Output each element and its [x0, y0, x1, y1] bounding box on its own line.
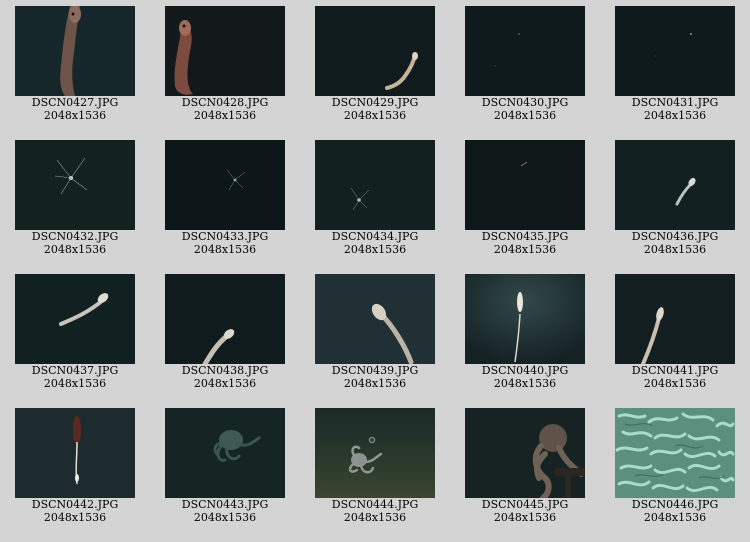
fish-icon[interactable] — [615, 274, 735, 364]
dimensions-label: 2048x1536 — [343, 377, 407, 390]
thumbnail-cell[interactable]: DSCN0445.JPG 2048x1536 — [450, 402, 600, 536]
jellyfish-icon[interactable] — [315, 140, 435, 230]
thumbnail-cell[interactable]: DSCN0436.JPG 2048x1536 — [600, 134, 750, 268]
thumbnail-cell[interactable]: DSCN0442.JPG 2048x1536 — [0, 402, 150, 536]
thumbnail-cell[interactable]: DSCN0430.JPG 2048x1536 — [450, 0, 600, 134]
filename-label: DSCN0437.JPG — [31, 364, 119, 377]
filename-label: DSCN0429.JPG — [331, 96, 419, 109]
octopus-icon[interactable] — [315, 408, 435, 498]
filename-label: DSCN0445.JPG — [481, 498, 569, 511]
eel-icon[interactable] — [315, 6, 435, 96]
jellyfish-icon[interactable] — [165, 140, 285, 230]
thumbnail-cell[interactable]: DSCN0438.JPG 2048x1536 — [150, 268, 300, 402]
filename-label: DSCN0446.JPG — [631, 498, 719, 511]
fish-icon[interactable] — [315, 274, 435, 364]
thumbnail-cell[interactable]: DSCN0434.JPG 2048x1536 — [300, 134, 450, 268]
thumbnail-cell[interactable]: DSCN0446.JPG 2048x1536 — [600, 402, 750, 536]
filename-label: DSCN0433.JPG — [181, 230, 269, 243]
jellyfish-icon[interactable] — [15, 140, 135, 230]
filename-label: DSCN0444.JPG — [331, 498, 419, 511]
thumbnail-cell[interactable]: DSCN0444.JPG 2048x1536 — [300, 402, 450, 536]
filename-label: DSCN0431.JPG — [631, 96, 719, 109]
dimensions-label: 2048x1536 — [343, 511, 407, 524]
dimensions-label: 2048x1536 — [493, 243, 557, 256]
fish-icon[interactable] — [165, 274, 285, 364]
thumbnail-cell[interactable]: DSCN0437.JPG 2048x1536 — [0, 268, 150, 402]
octopus-icon[interactable] — [465, 408, 585, 498]
eel-closeup-icon[interactable] — [165, 6, 285, 96]
thumbnail-grid: DSCN0427.JPG 2048x1536 DSCN0428.JPG 2048… — [0, 0, 750, 542]
dimensions-label: 2048x1536 — [193, 243, 257, 256]
filename-label: DSCN0441.JPG — [631, 364, 719, 377]
dimensions-label: 2048x1536 — [493, 511, 557, 524]
thumbnail-cell[interactable]: DSCN0432.JPG 2048x1536 — [0, 134, 150, 268]
thumbnail-cell[interactable]: DSCN0441.JPG 2048x1536 — [600, 268, 750, 402]
thumbnail-cell[interactable]: DSCN0440.JPG 2048x1536 — [450, 268, 600, 402]
filename-label: DSCN0432.JPG — [31, 230, 119, 243]
fish-icon[interactable] — [15, 408, 135, 498]
octopus-icon[interactable] — [165, 408, 285, 498]
thumbnail-cell[interactable]: DSCN0427.JPG 2048x1536 — [0, 0, 150, 134]
dimensions-label: 2048x1536 — [493, 377, 557, 390]
filename-label: DSCN0443.JPG — [181, 498, 269, 511]
thumbnail-cell[interactable]: DSCN0433.JPG 2048x1536 — [150, 134, 300, 268]
dimensions-label: 2048x1536 — [643, 511, 707, 524]
eel-closeup-icon[interactable] — [15, 6, 135, 96]
filename-label: DSCN0427.JPG — [31, 96, 119, 109]
filename-label: DSCN0428.JPG — [181, 96, 269, 109]
dimensions-label: 2048x1536 — [193, 377, 257, 390]
filename-label: DSCN0442.JPG — [31, 498, 119, 511]
filename-label: DSCN0434.JPG — [331, 230, 419, 243]
fish-icon[interactable] — [15, 274, 135, 364]
dimensions-label: 2048x1536 — [343, 243, 407, 256]
thumbnail-cell[interactable]: DSCN0439.JPG 2048x1536 — [300, 268, 450, 402]
filename-label: DSCN0438.JPG — [181, 364, 269, 377]
empty-water-icon[interactable] — [465, 140, 585, 230]
thumbnail-cell[interactable]: DSCN0429.JPG 2048x1536 — [300, 0, 450, 134]
dimensions-label: 2048x1536 — [643, 109, 707, 122]
filename-label: DSCN0435.JPG — [481, 230, 569, 243]
thumbnail-cell[interactable]: DSCN0431.JPG 2048x1536 — [600, 0, 750, 134]
dimensions-label: 2048x1536 — [43, 377, 107, 390]
fish-icon[interactable] — [465, 274, 585, 364]
dimensions-label: 2048x1536 — [193, 511, 257, 524]
filename-label: DSCN0436.JPG — [631, 230, 719, 243]
dimensions-label: 2048x1536 — [343, 109, 407, 122]
empty-water-icon[interactable] — [615, 6, 735, 96]
filename-label: DSCN0430.JPG — [481, 96, 569, 109]
dimensions-label: 2048x1536 — [193, 109, 257, 122]
thumbnail-cell[interactable]: DSCN0435.JPG 2048x1536 — [450, 134, 600, 268]
dimensions-label: 2048x1536 — [43, 109, 107, 122]
dimensions-label: 2048x1536 — [643, 243, 707, 256]
filename-label: DSCN0440.JPG — [481, 364, 569, 377]
thumbnail-cell[interactable]: DSCN0443.JPG 2048x1536 — [150, 402, 300, 536]
fish-icon[interactable] — [615, 140, 735, 230]
empty-water-icon[interactable] — [465, 6, 585, 96]
dimensions-label: 2048x1536 — [643, 377, 707, 390]
dimensions-label: 2048x1536 — [43, 243, 107, 256]
worm-mass-icon[interactable] — [615, 408, 735, 498]
dimensions-label: 2048x1536 — [43, 511, 107, 524]
filename-label: DSCN0439.JPG — [331, 364, 419, 377]
thumbnail-cell[interactable]: DSCN0428.JPG 2048x1536 — [150, 0, 300, 134]
dimensions-label: 2048x1536 — [493, 109, 557, 122]
